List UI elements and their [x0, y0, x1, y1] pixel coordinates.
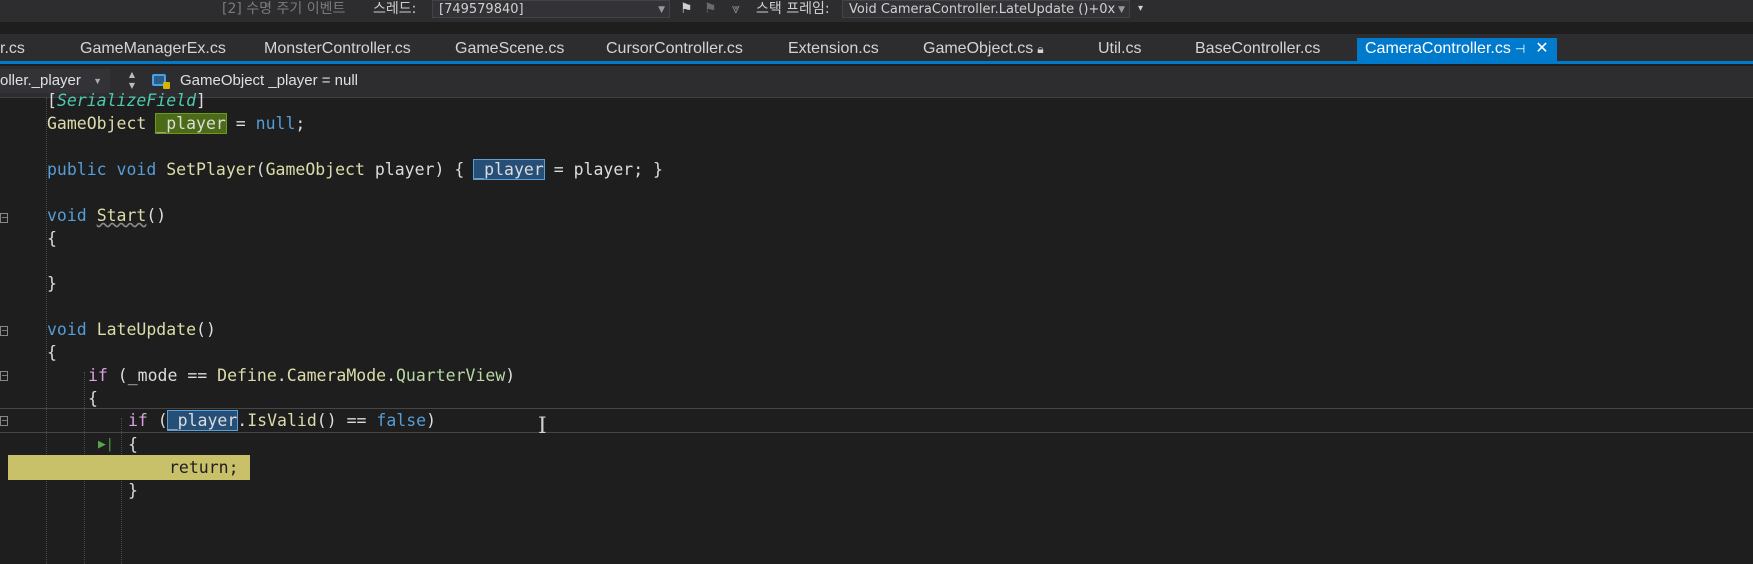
- pin-icon[interactable]: ⊣: [1515, 42, 1525, 56]
- stackframe-value: Void CameraController.LateUpdate ()+0x: [849, 2, 1116, 17]
- code-line: ▶| {: [0, 432, 1753, 457]
- chevron-down-icon: ▼: [1118, 5, 1125, 15]
- type-name: GameObject: [47, 114, 147, 133]
- tab-monstercontroller[interactable]: MonsterController.cs: [264, 38, 411, 60]
- document-tab-strip: r.cs GameManagerEx.cs MonsterController.…: [0, 34, 1753, 64]
- param-name: player: [573, 160, 634, 179]
- member-dropdown-value: oller._player: [0, 72, 81, 89]
- tab-gamescene[interactable]: GameScene.cs: [455, 38, 564, 60]
- lifecycle-event-dropdown[interactable]: [2] 수명 주기 이벤트: [222, 0, 345, 18]
- close-icon[interactable]: ✕: [1535, 40, 1548, 57]
- code-line: return;: [0, 455, 1753, 480]
- type-name: Define: [217, 366, 277, 385]
- code-line: void LateUpdate(): [47, 320, 216, 339]
- code-line: {: [47, 343, 57, 362]
- code-line: if (_mode == Define.CameraMode.QuarterVi…: [88, 366, 516, 385]
- keyword: void: [47, 206, 87, 225]
- keyword: null: [255, 114, 296, 133]
- flag-thread-icon[interactable]: ⚑: [680, 0, 693, 18]
- overflow-icon[interactable]: ▾: [1138, 0, 1143, 18]
- code-line: [SerializeField]: [47, 91, 206, 110]
- tab-label: CameraController.cs: [1365, 40, 1511, 57]
- keyword: void: [47, 320, 87, 339]
- tab-cameracontroller[interactable]: CameraController.cs ⊣ ✕: [1357, 38, 1557, 61]
- field-name: _mode: [127, 366, 178, 385]
- code-line: public void SetPlayer(GameObject player)…: [47, 159, 663, 180]
- thread-label: 스레드:: [373, 1, 417, 17]
- type-name: GameObject: [265, 160, 365, 179]
- method-name: IsValid: [247, 411, 317, 430]
- code-line: }: [47, 274, 57, 293]
- tab-gamemanagerex[interactable]: GameManagerEx.cs: [80, 38, 226, 60]
- return-statement: return;: [169, 458, 239, 477]
- text-cursor-icon: I: [538, 414, 547, 439]
- keyword: void: [116, 160, 157, 179]
- keyword: public: [47, 160, 107, 179]
- tab-cursorcontroller[interactable]: CursorController.cs: [606, 38, 743, 60]
- run-to-click-icon[interactable]: ▶|: [98, 432, 114, 457]
- code-line: {: [47, 229, 57, 248]
- method-name: LateUpdate: [96, 320, 197, 339]
- tab-r-cs[interactable]: r.cs: [0, 38, 25, 60]
- code-line: GameObject _player = null;: [47, 113, 306, 134]
- tab-gameobject[interactable]: GameObject.cs 🔒︎: [923, 38, 1044, 60]
- code-line: if (_player.IsValid() == false): [128, 410, 436, 431]
- param-name: player: [374, 160, 435, 179]
- keyword: if: [128, 411, 148, 430]
- thread-dropdown[interactable]: [749579840] ▼: [432, 0, 670, 18]
- field-name-highlighted: _player: [473, 159, 545, 180]
- tab-label: GameObject.cs: [923, 40, 1034, 57]
- keyword: false: [376, 411, 427, 430]
- lock-icon: 🔒︎: [1037, 42, 1044, 56]
- code-line: void Start(): [47, 206, 167, 225]
- tab-util[interactable]: Util.cs: [1098, 38, 1142, 60]
- attribute-name: SerializeField: [56, 91, 197, 110]
- keyword: if: [88, 366, 108, 385]
- method-name: SetPlayer: [166, 160, 256, 179]
- member-detail-value: GameObject _player = null: [180, 72, 359, 89]
- code-line: }: [128, 481, 138, 500]
- debug-toolbar: [2] 수명 주기 이벤트 스레드: [749579840] ▼ ⚑ ⚑ ⩔ 스…: [0, 0, 1753, 22]
- code-editor[interactable]: − − − − [SerializeField] GameObject _pla…: [0, 91, 1753, 564]
- tab-basecontroller[interactable]: BaseController.cs: [1195, 38, 1320, 60]
- chevron-down-icon: ▼: [658, 5, 665, 15]
- enum-value: QuarterView: [396, 366, 506, 385]
- enum-name: CameraMode: [286, 366, 387, 385]
- flag-icon[interactable]: ⚑: [704, 0, 717, 18]
- field-name-highlighted: _player: [166, 410, 239, 431]
- tab-extension[interactable]: Extension.cs: [788, 38, 879, 60]
- field-name-highlighted: _player: [155, 113, 227, 134]
- thread-value: [749579840]: [439, 2, 524, 17]
- stackframe-dropdown[interactable]: Void CameraController.LateUpdate ()+0x ▼: [842, 0, 1130, 18]
- stackframe-label: 스택 프레임:: [756, 1, 830, 17]
- method-name: Start: [96, 206, 147, 225]
- filter-icon[interactable]: ⩔: [732, 0, 740, 18]
